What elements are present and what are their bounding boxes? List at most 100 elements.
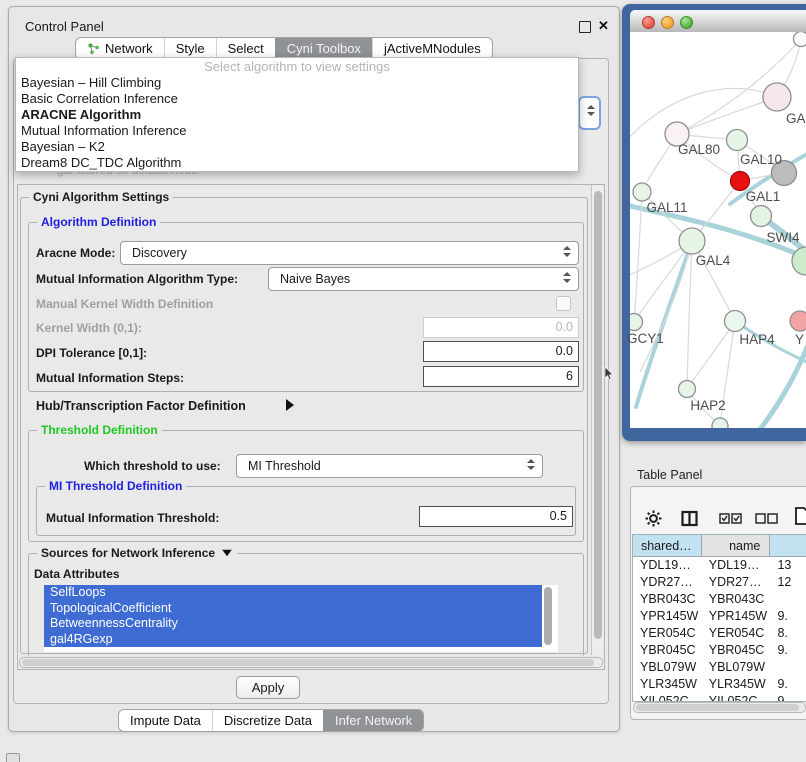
tab-select[interactable]: Select [216,38,275,59]
close-traffic-light-icon[interactable] [642,16,655,29]
node[interactable] [712,418,728,428]
algorithm-combobox-fragment[interactable] [578,96,601,130]
minimize-traffic-light-icon[interactable] [661,16,674,29]
node-gcy1[interactable] [630,314,643,331]
gear-icon[interactable] [645,510,662,527]
dpi-tolerance-label: DPI Tolerance [0,1]: [36,346,147,360]
hub-definition-label: Hub/Transcription Factor Definition [36,399,246,413]
node-gal10[interactable] [727,130,748,151]
table-row[interactable]: YPR145W YPR145W 9. [633,608,806,625]
dropdown-item[interactable]: Bayesian – K2 [16,139,578,155]
tab-style[interactable]: Style [164,38,216,59]
document-icon[interactable] [795,507,806,525]
network-window-titlebar[interactable] [630,10,806,33]
data-attributes-label: Data Attributes [34,567,120,581]
table-row[interactable]: YDL19… YDL19… 13 [633,557,806,574]
close-icon[interactable]: ✕ [598,18,609,34]
list-item[interactable]: SelfLoops [44,585,542,601]
column-header-partial[interactable] [770,535,806,557]
apply-button[interactable]: Apply [236,676,300,699]
list-scrollbar[interactable] [544,587,552,645]
dropdown-item[interactable]: Bayesian – Hill Climbing [16,75,578,91]
tab-jactivemnodules[interactable]: jActiveMNodules [372,38,492,59]
split-view-icon[interactable] [681,510,698,527]
node-label: GAL80 [672,142,726,157]
mi-algorithm-type-label: Mutual Information Algorithm Type: [36,272,238,286]
list-item[interactable]: BetweennessCentrality [44,616,542,632]
node-gal-pink[interactable] [763,83,791,111]
combo-spinner-icon [563,272,571,283]
zoom-traffic-light-icon[interactable] [680,16,693,29]
kernel-width-field[interactable]: 0.0 [423,317,579,338]
node-gal1-selected[interactable] [731,172,750,191]
manual-kernel-width-label: Manual Kernel Width Definition [36,297,213,311]
settings-horizontal-scrollbar[interactable] [19,657,603,668]
node[interactable] [794,32,806,47]
network-icon [87,42,100,55]
node-salmon[interactable] [790,311,806,331]
dropdown-placeholder: Select algorithm to view settings [16,58,578,75]
list-item[interactable]: gal4RGexp [44,632,542,648]
combo-spinner-icon [527,459,535,470]
tab-discretize-data[interactable]: Discretize Data [212,710,323,731]
table-row[interactable]: YBR045C YBR045C 9. [633,642,806,659]
manual-kernel-width-checkbox[interactable] [556,296,571,311]
tab-network[interactable]: Network [76,38,164,59]
select-all-columns-icon[interactable] [719,513,742,524]
combo-spinner-icon [563,246,571,257]
data-attributes-list[interactable]: SelfLoops TopologicalCoefficient Between… [44,585,558,652]
collapse-arrow-icon[interactable] [286,399,294,411]
column-header-shared-name[interactable]: shared… [633,535,702,557]
table-horizontal-scrollbar[interactable] [633,702,806,713]
settings-vertical-scrollbar[interactable] [591,185,603,655]
which-threshold-combobox[interactable]: MI Threshold [236,454,543,478]
tab-cyni-toolbox[interactable]: Cyni Toolbox [275,38,372,59]
node-gal4[interactable] [679,228,705,254]
expand-arrow-icon[interactable] [222,550,232,556]
node-label: Y [795,332,806,347]
table-row[interactable]: YBR043C YBR043C [633,591,806,608]
dropdown-item-highlighted[interactable]: ARACNE Algorithm [16,107,578,123]
node-hap2[interactable] [679,381,696,398]
table-row[interactable]: YIL052C YIL052C 9 [633,693,806,702]
tab-infer-network[interactable]: Infer Network [323,710,423,731]
column-header-name[interactable]: name [702,535,771,557]
table-row[interactable]: YDR27… YDR27… 12 [633,574,806,591]
which-threshold-label: Which threshold to use: [84,459,221,473]
float-window-icon[interactable] [579,21,591,33]
node-gal11[interactable] [633,183,651,201]
node-hap4[interactable] [725,311,746,332]
node-label: GAL4 [686,253,740,268]
mi-steps-field[interactable]: 6 [423,366,579,387]
dropdown-item[interactable]: Mutual Information Inference [16,123,578,139]
edge [630,88,777,142]
node-label: GAL10 [734,152,788,167]
dropdown-item[interactable]: Dream8 DC_TDC Algorithm [16,155,578,171]
table-row[interactable]: YLR345W YLR345W 9. [633,676,806,693]
deselect-columns-icon[interactable] [755,513,778,524]
aracne-mode-label: Aracne Mode: [36,246,115,260]
dock-icon-partial[interactable] [6,753,20,762]
dropdown-item[interactable]: Basic Correlation Inference [16,91,578,107]
node-table: shared… name YDL19… YDL19… 13 YDR27… YDR… [632,534,806,702]
mi-threshold-field[interactable]: 0.5 [419,506,573,527]
mi-algorithm-type-combobox[interactable]: Naive Bayes [268,267,579,291]
aracne-mode-combobox[interactable]: Discovery [120,241,579,265]
bottom-tabbar: Impute Data Discretize Data Infer Networ… [118,709,424,732]
table-row[interactable]: YBL079W YBL079W [633,659,806,676]
node-label: HAP4 [730,332,784,347]
tab-impute-data[interactable]: Impute Data [119,710,212,731]
mi-steps-label: Mutual Information Steps: [36,371,184,385]
node-swi4[interactable] [751,206,772,227]
combo-spinner-icon [587,105,595,116]
mi-threshold-label: Mutual Information Threshold: [46,511,219,525]
control-panel-title: Control Panel [25,19,104,34]
dpi-tolerance-field[interactable]: 0.0 [423,341,579,362]
table-row[interactable]: YER054C YER054C 8. [633,625,806,642]
screenshot-root: Control Panel ✕ Network Style Select Cyn… [0,0,806,762]
edge [677,97,777,134]
kernel-width-label: Kernel Width (0,1): [36,321,142,335]
list-item[interactable]: TopologicalCoefficient [44,601,542,617]
node-label: GAL [786,111,806,126]
sources-group-title-row: Sources for Network Inference [37,546,237,560]
